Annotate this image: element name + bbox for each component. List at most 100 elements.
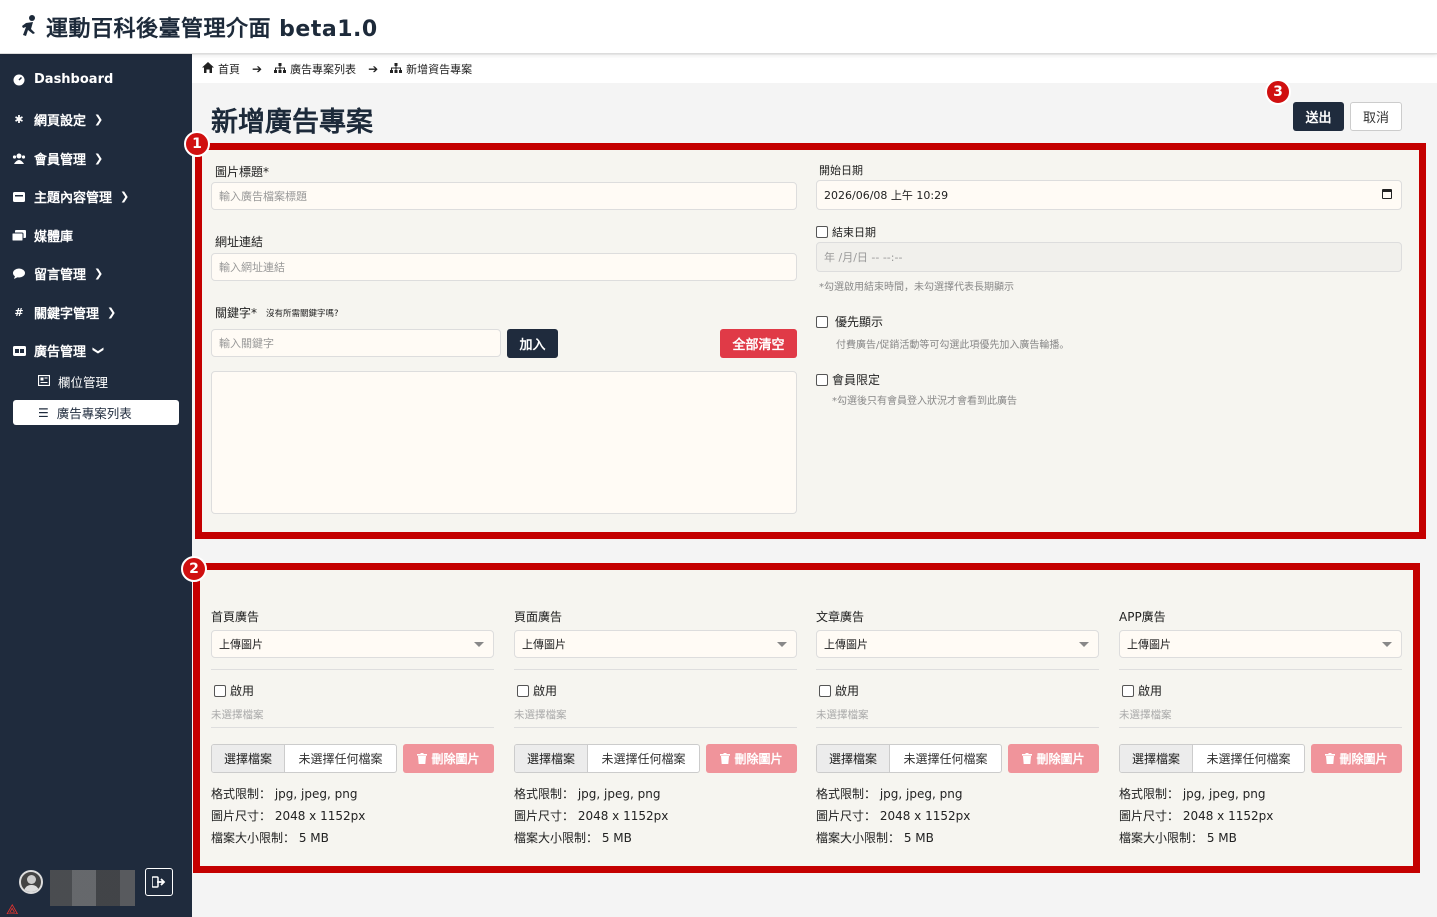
ad-source-select[interactable]: 上傳圖片 xyxy=(211,630,494,658)
priority-checkbox[interactable] xyxy=(816,315,828,328)
delete-image-button[interactable]: 刪除圖片 xyxy=(706,744,797,773)
page-title: 新增廣告專案 xyxy=(211,107,373,138)
layout-icon xyxy=(37,374,51,389)
divider xyxy=(1119,727,1402,728)
list-icon: ☰ xyxy=(38,405,49,420)
add-keyword-button[interactable]: 加入 xyxy=(507,329,558,358)
priority-hint: 付費廣告/促銷活動等可勾選此項優先加入廣告輪播。 xyxy=(836,340,1070,351)
ad-slot-label: 首頁廣告 xyxy=(211,610,260,624)
breadcrumb-current: 新增資告專案 xyxy=(390,61,472,77)
image-size-text: 圖片尺寸： 2048 x 1152px xyxy=(816,809,971,823)
ad-enable-toggle[interactable]: 啟用 xyxy=(1122,682,1162,699)
submit-button[interactable]: 送出 xyxy=(1293,102,1344,131)
members-only-hint: *勾選後只有會員登入狀況才會看到此廣告 xyxy=(832,396,1017,407)
delete-image-button[interactable]: 刪除圖片 xyxy=(403,744,494,773)
ad-source-selected: 上傳圖片 xyxy=(1127,638,1171,651)
divider xyxy=(816,669,1099,670)
images-icon xyxy=(12,229,26,243)
ad-source-select[interactable]: 上傳圖片 xyxy=(1119,630,1402,658)
sidebar-item-ads[interactable]: 廣告管理 ❯ xyxy=(12,341,105,360)
ad-no-file-text: 未選擇檔案 xyxy=(211,709,264,721)
image-size-text: 圖片尺寸： 2048 x 1152px xyxy=(1119,809,1274,823)
ad-enable-checkbox[interactable] xyxy=(517,684,529,697)
url-label: 網址連結 xyxy=(215,235,264,249)
file-size-limit-text: 檔案大小限制： 5 MB xyxy=(514,831,632,845)
calendar-icon[interactable] xyxy=(1382,189,1392,199)
ad-enable-checkbox[interactable] xyxy=(1122,684,1134,697)
ad-enable-checkbox[interactable] xyxy=(214,684,226,697)
ad-source-select[interactable]: 上傳圖片 xyxy=(816,630,1099,658)
choose-file-button[interactable]: 選擇檔案 xyxy=(817,745,890,772)
ad-enable-toggle[interactable]: 啟用 xyxy=(819,682,859,699)
ad-file-input[interactable]: 選擇檔案 未選擇任何檔案 xyxy=(1119,744,1305,773)
delete-image-button[interactable]: 刪除圖片 xyxy=(1008,744,1099,773)
ad-enable-toggle[interactable]: 啟用 xyxy=(214,682,254,699)
choose-file-button[interactable]: 選擇檔案 xyxy=(515,745,588,772)
file-size-limit-text: 檔案大小限制： 5 MB xyxy=(1119,831,1237,845)
sidebar-item-dashboard[interactable]: Dashboard xyxy=(12,72,113,87)
ad-slot-column: 文章廣告 上傳圖片 啟用 未選擇檔案 選擇檔案 未選擇任何檔案 刪除圖片 格式限… xyxy=(816,600,1099,850)
clear-keywords-button[interactable]: 全部清空 xyxy=(720,329,797,358)
ad-source-select[interactable]: 上傳圖片 xyxy=(514,630,797,658)
sidebar-item-media[interactable]: 媒體庫 xyxy=(12,226,73,245)
image-title-label: 圖片標題* xyxy=(215,165,270,179)
sidebar-item-comments[interactable]: 留言管理 ❯ xyxy=(12,264,103,283)
ad-file-input[interactable]: 選擇檔案 未選擇任何檔案 xyxy=(816,744,1002,773)
sidebar-item-settings[interactable]: ✱ 網頁設定 ❯ xyxy=(12,110,103,129)
ad-slot-column: 首頁廣告 上傳圖片 啟用 未選擇檔案 選擇檔案 未選擇任何檔案 刪除圖片 格式限… xyxy=(211,600,494,850)
sidebar-item-label: Dashboard xyxy=(34,72,114,87)
sidebar-item-label: 網頁設定 xyxy=(34,114,87,129)
top-bar: 運動百科後臺管理介面 beta1.0 xyxy=(0,0,1437,54)
members-only-toggle[interactable]: 會員限定 xyxy=(816,371,880,388)
image-title-input[interactable]: 輸入廣告檔案標題 xyxy=(211,182,797,210)
users-icon xyxy=(12,152,26,166)
sidebar-subitem-slots[interactable]: 欄位管理 xyxy=(37,372,109,391)
ad-no-file-text: 未選擇檔案 xyxy=(1119,709,1172,721)
cancel-button[interactable]: 取消 xyxy=(1350,102,1402,131)
members-only-label: 會員限定 xyxy=(832,373,881,387)
ad-source-selected: 上傳圖片 xyxy=(824,638,868,651)
end-date-input[interactable]: 年 /月/日 -- --:-- xyxy=(816,242,1402,272)
keyword-input[interactable]: 輸入關鍵字 xyxy=(211,329,501,357)
chevron-right-icon: ❯ xyxy=(94,113,104,126)
ad-enable-checkbox[interactable] xyxy=(819,684,831,697)
divider xyxy=(514,669,797,670)
annotation-badge-2: 2 xyxy=(181,556,207,582)
keyword-help-link[interactable]: 沒有所需關鍵字嗎? xyxy=(266,307,339,319)
ad-enable-label: 啟用 xyxy=(533,684,558,698)
choose-file-button[interactable]: 選擇檔案 xyxy=(1120,745,1193,772)
user-name-redacted xyxy=(50,870,135,906)
ad-file-input[interactable]: 選擇檔案 未選擇任何檔案 xyxy=(514,744,700,773)
ad-source-selected: 上傳圖片 xyxy=(522,638,566,651)
arrow-right-icon: ➔ xyxy=(252,62,263,76)
sidebar-item-label: 會員管理 xyxy=(34,153,87,168)
avatar[interactable] xyxy=(19,870,43,894)
divider xyxy=(211,669,494,670)
ad-enable-toggle[interactable]: 啟用 xyxy=(517,682,557,699)
trash-icon xyxy=(417,753,428,764)
image-size-text: 圖片尺寸： 2048 x 1152px xyxy=(211,809,366,823)
sidebar-item-content[interactable]: 主題內容管理 ❯ xyxy=(12,187,129,206)
ad-enable-label: 啟用 xyxy=(230,684,255,698)
format-limit-text: 格式限制： jpg, jpeg, png xyxy=(211,787,358,801)
breadcrumb-ad-list[interactable]: 廣告專案列表 xyxy=(274,61,356,77)
ad-file-input[interactable]: 選擇檔案 未選擇任何檔案 xyxy=(211,744,397,773)
end-date-toggle[interactable]: 結束日期 xyxy=(816,224,876,240)
end-date-checkbox[interactable] xyxy=(816,226,828,238)
start-date-input[interactable]: 2026/06/08 上午 10:29 xyxy=(816,180,1402,210)
sidebar-item-keywords[interactable]: # 關鍵字管理 ❯ xyxy=(12,303,116,322)
sidebar-subitem-label: 欄位管理 xyxy=(58,375,109,390)
chevron-right-icon: ❯ xyxy=(94,152,104,165)
choose-file-button[interactable]: 選擇檔案 xyxy=(212,745,285,772)
delete-image-button[interactable]: 刪除圖片 xyxy=(1311,744,1402,773)
logout-button[interactable] xyxy=(145,868,173,896)
members-only-checkbox[interactable] xyxy=(816,373,828,386)
chevron-right-icon: ❯ xyxy=(120,190,130,203)
chevron-right-icon: ❯ xyxy=(107,306,117,319)
breadcrumb-home[interactable]: 首頁 xyxy=(202,61,240,77)
url-input[interactable]: 輸入網址連結 xyxy=(211,253,797,281)
sidebar-subitem-ad-projects[interactable]: ☰ 廣告專案列表 xyxy=(13,400,179,425)
sidebar-item-members[interactable]: 會員管理 ❯ xyxy=(12,149,103,168)
divider xyxy=(211,727,494,728)
priority-toggle[interactable]: 優先顯示 xyxy=(816,313,883,330)
